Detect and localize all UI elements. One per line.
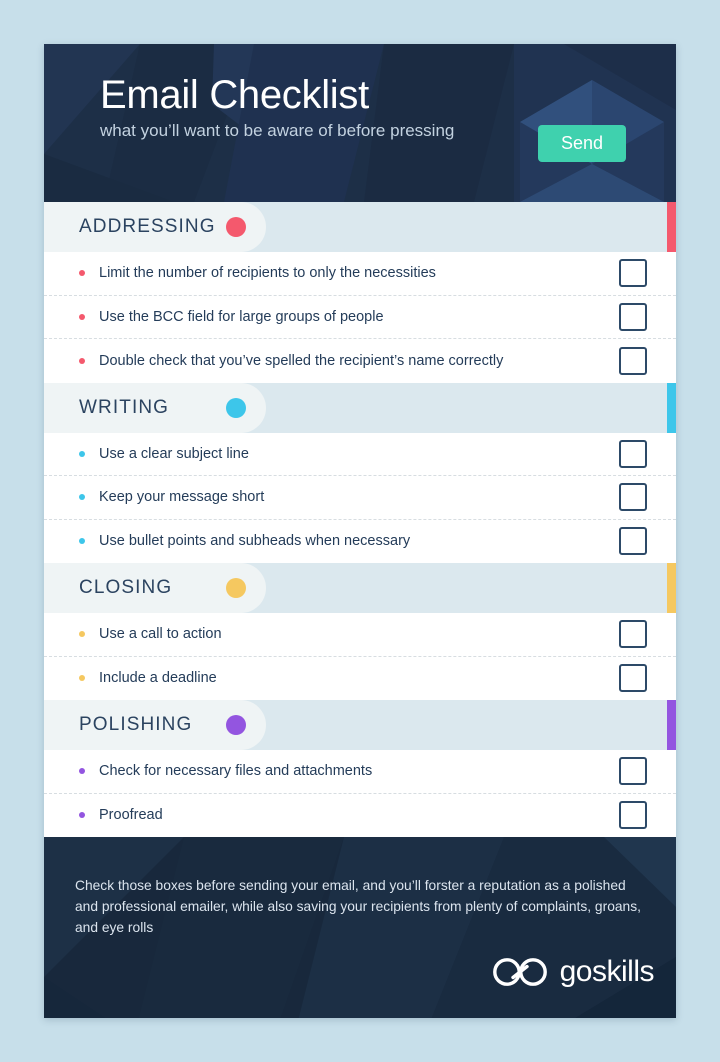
section-accent-bar [667,700,676,750]
checklist-checkbox[interactable] [619,801,647,830]
checklist-checkbox[interactable] [619,664,647,693]
checklist-item[interactable]: Check for necessary files and attachment… [44,750,676,794]
checklist-checkbox[interactable] [619,439,647,468]
header-text-block: Email Checklist what you’ll want to be a… [100,72,454,142]
bullet-icon [79,313,85,320]
bullet-icon [79,768,85,775]
section-title: POLISHING [79,714,193,735]
section-title: CLOSING [79,577,173,598]
checklist-item[interactable]: Double check that you’ve spelled the rec… [44,339,676,383]
section-color-dot [226,578,246,598]
section-header-addressing: ADDRESSING [44,202,676,252]
checklist-item-label: Use bullet points and subheads when nece… [99,533,411,550]
checklist-item-label: Include a deadline [99,670,217,687]
logo-wordmark: goskills [559,955,655,989]
send-button[interactable]: Send [538,125,626,162]
checklist-item-label: Check for necessary files and attachment… [99,763,373,780]
checklist-item[interactable]: Limit the number of recipients to only t… [44,252,676,296]
logo-word-skills: skills [592,955,655,988]
goskills-logo: goskills [491,955,655,989]
checklist-checkbox[interactable] [619,527,647,556]
checklist-item[interactable]: Proofread [44,794,676,838]
section-color-dot [226,715,246,735]
infographic-card: Send Email Checklist what you’ll want to… [44,44,676,1018]
checklist-item-label: Use the BCC field for large groups of pe… [99,308,384,325]
checklist-checkbox[interactable] [619,620,647,649]
header: Send Email Checklist what you’ll want to… [44,44,676,202]
checklist-item-label: Double check that you’ve spelled the rec… [99,352,504,369]
section-title: WRITING [79,396,170,418]
checklist-item[interactable]: Keep your message short [44,476,676,520]
footer: Check those boxes before sending your em… [44,837,676,1018]
bullet-icon [79,631,85,638]
section-accent-bar [667,382,676,433]
page-subtitle: what you’ll want to be aware of before p… [100,121,455,140]
bullet-icon [79,357,85,364]
checklist-item[interactable]: Use the BCC field for large groups of pe… [44,296,676,339]
section-accent-bar [667,563,676,613]
section-title: ADDRESSING [79,216,216,237]
logo-word-go: go [559,955,593,988]
checklist-item-label: Limit the number of recipients to only t… [99,265,436,282]
section-header-polishing: POLISHING [44,700,676,750]
section-items-closing: Use a call to action Include a deadline [44,613,676,700]
section-header-writing: WRITING [44,382,676,433]
bullet-icon [79,538,85,545]
checklist-item-label: Use a call to action [99,626,222,643]
checklist-item-label: Keep your message short [99,489,265,506]
checklist-sections: ADDRESSING Limit the number of recipients… [44,202,676,837]
checklist-item[interactable]: Use a clear subject line [44,433,676,476]
checklist-checkbox[interactable] [619,757,647,786]
checklist-item-label: Proofread [99,807,163,824]
section-color-dot [226,397,246,418]
section-items-writing: Use a clear subject line Keep your messag… [44,432,676,564]
checklist-item-label: Use a clear subject line [99,445,249,462]
bullet-icon [79,812,85,819]
bullet-icon [79,675,85,682]
bullet-icon [79,494,85,501]
infinity-loop-icon [491,957,549,987]
checklist-item[interactable]: Include a deadline [44,657,676,701]
page-title: Email Checklist [100,73,369,117]
section-items-polishing: Check for necessary files and attachment… [44,750,676,837]
checklist-item[interactable]: Use a call to action [44,613,676,657]
bullet-icon [79,270,85,277]
bullet-icon [79,450,85,457]
checklist-checkbox[interactable] [619,346,647,375]
checklist-item[interactable]: Use bullet points and subheads when nece… [44,520,676,564]
checklist-checkbox[interactable] [619,259,647,288]
section-accent-bar [667,202,676,252]
checklist-checkbox[interactable] [619,302,647,331]
section-items-addressing: Limit the number of recipients to only t… [44,252,676,383]
footer-description: Check those boxes before sending your em… [75,878,641,935]
section-color-dot [226,217,246,237]
section-header-closing: CLOSING [44,563,676,613]
checklist-checkbox[interactable] [619,483,647,512]
